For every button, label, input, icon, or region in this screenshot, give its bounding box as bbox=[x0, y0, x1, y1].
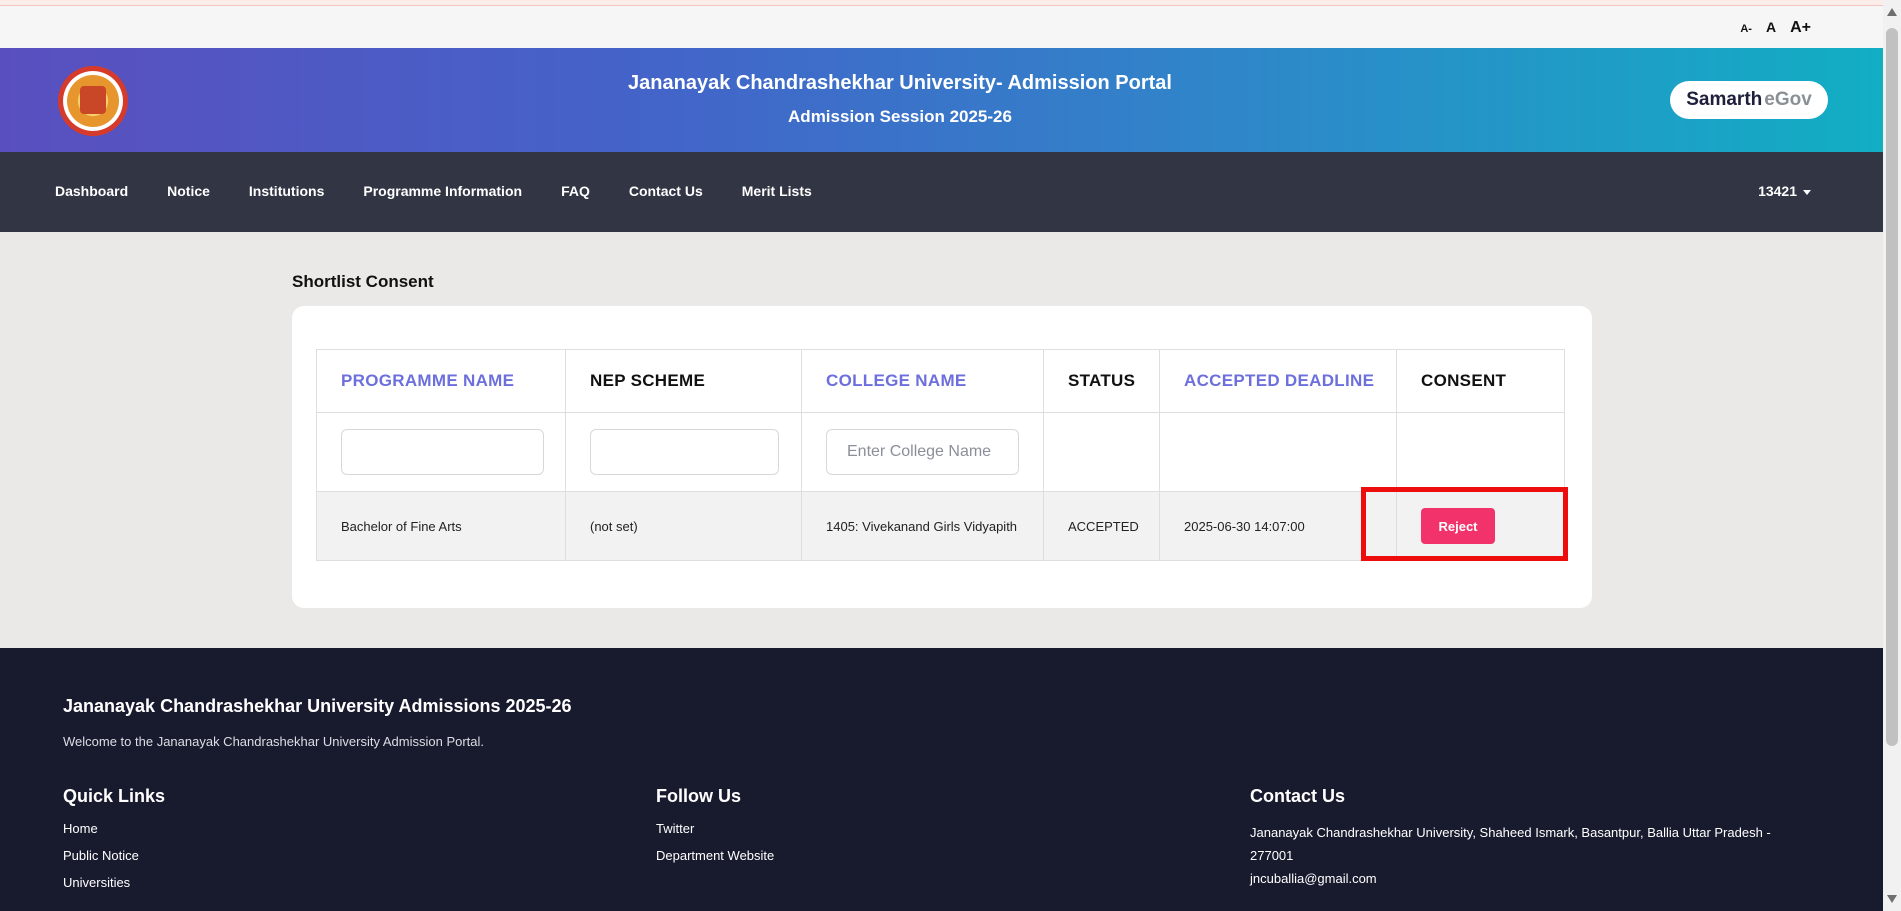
footer-welcome: Welcome to the Jananayak Chandrashekhar … bbox=[63, 734, 485, 749]
cell-consent: Reject bbox=[1396, 491, 1565, 561]
font-increase-button[interactable]: A+ bbox=[1790, 19, 1811, 37]
filter-cell-status bbox=[1043, 412, 1160, 492]
cell-status: ACCEPTED bbox=[1043, 491, 1160, 561]
nav-contact-us[interactable]: Contact Us bbox=[629, 183, 703, 199]
nav-programme-information[interactable]: Programme Information bbox=[363, 183, 522, 199]
col-accepted-deadline[interactable]: ACCEPTED DEADLINE bbox=[1159, 349, 1397, 413]
filter-cell-consent bbox=[1396, 412, 1565, 492]
consent-card: PROGRAMME NAME NEP SCHEME COLLEGE NAME S… bbox=[292, 306, 1592, 608]
nav-menu: Dashboard Notice Institutions Programme … bbox=[55, 183, 812, 199]
site-header: Jananayak Chandrashekhar University- Adm… bbox=[0, 48, 1883, 152]
col-nep-scheme: NEP SCHEME bbox=[565, 349, 802, 413]
main-navbar: Dashboard Notice Institutions Programme … bbox=[0, 152, 1883, 232]
footer-link-universities[interactable]: Universities bbox=[63, 875, 165, 890]
footer-link-department-website[interactable]: Department Website bbox=[656, 848, 774, 863]
font-decrease-button[interactable]: A- bbox=[1740, 23, 1752, 35]
cell-college: 1405: Vivekanand Girls Vidyapith bbox=[801, 491, 1044, 561]
college-filter-input[interactable] bbox=[826, 429, 1019, 475]
col-consent: CONSENT bbox=[1396, 349, 1565, 413]
nav-dashboard[interactable]: Dashboard bbox=[55, 183, 128, 199]
filter-cell-deadline bbox=[1159, 412, 1397, 492]
nav-faq[interactable]: FAQ bbox=[561, 183, 590, 199]
scroll-down-icon[interactable] bbox=[1887, 895, 1897, 903]
filter-cell-programme bbox=[316, 412, 566, 492]
footer-link-public-notice[interactable]: Public Notice bbox=[63, 848, 165, 863]
table-header-row: PROGRAMME NAME NEP SCHEME COLLEGE NAME S… bbox=[316, 349, 1565, 413]
consent-table: PROGRAMME NAME NEP SCHEME COLLEGE NAME S… bbox=[316, 349, 1565, 561]
quick-links-column: Quick Links Home Public Notice Universit… bbox=[63, 786, 165, 902]
contact-email[interactable]: jncuballia@gmail.com bbox=[1250, 867, 1810, 890]
nep-filter-input[interactable] bbox=[590, 429, 779, 475]
cell-programme: Bachelor of Fine Arts bbox=[316, 491, 566, 561]
scroll-up-icon[interactable] bbox=[1887, 8, 1897, 16]
footer-link-twitter[interactable]: Twitter bbox=[656, 821, 774, 836]
portal-title: Jananayak Chandrashekhar University- Adm… bbox=[628, 72, 1172, 94]
font-normal-button[interactable]: A bbox=[1766, 19, 1776, 35]
nav-institutions[interactable]: Institutions bbox=[249, 183, 324, 199]
table-row: Bachelor of Fine Arts (not set) 1405: Vi… bbox=[316, 491, 1565, 561]
col-status: STATUS bbox=[1043, 349, 1160, 413]
cell-nep: (not set) bbox=[565, 491, 802, 561]
scrollbar-thumb[interactable] bbox=[1886, 28, 1898, 746]
quick-links-title: Quick Links bbox=[63, 786, 166, 806]
caret-down-icon bbox=[1803, 189, 1811, 195]
reject-button[interactable]: Reject bbox=[1421, 508, 1495, 544]
col-college-name[interactable]: COLLEGE NAME bbox=[801, 349, 1044, 413]
contact-us-title: Contact Us bbox=[1250, 786, 1346, 806]
site-footer: Jananayak Chandrashekhar University Admi… bbox=[0, 648, 1883, 911]
font-size-bar: A- A A+ bbox=[0, 6, 1883, 48]
filter-cell-college bbox=[801, 412, 1044, 492]
page-title: Shortlist Consent bbox=[292, 272, 434, 291]
nav-merit-lists[interactable]: Merit Lists bbox=[742, 183, 812, 199]
follow-us-column: Follow Us Twitter Department Website bbox=[656, 786, 774, 875]
contact-us-column: Contact Us Jananayak Chandrashekhar Univ… bbox=[1250, 786, 1810, 890]
user-id: 13421 bbox=[1758, 183, 1797, 199]
brand-part2: eGov bbox=[1764, 89, 1812, 110]
col-programme-name[interactable]: PROGRAMME NAME bbox=[316, 349, 566, 413]
footer-title: Jananayak Chandrashekhar University Admi… bbox=[63, 696, 572, 716]
contact-address: Jananayak Chandrashekhar University, Sha… bbox=[1250, 825, 1771, 863]
filter-cell-nep bbox=[565, 412, 802, 492]
follow-us-title: Follow Us bbox=[656, 786, 741, 806]
user-dropdown[interactable]: 13421 bbox=[1758, 183, 1811, 199]
cell-deadline: 2025-06-30 14:07:00 bbox=[1159, 491, 1397, 561]
programme-filter-input[interactable] bbox=[341, 429, 544, 475]
session-subtitle: Admission Session 2025-26 bbox=[788, 107, 1012, 126]
samarth-egov-logo[interactable]: Samarth eGov bbox=[1670, 81, 1828, 119]
page-scrollbar[interactable] bbox=[1883, 0, 1901, 911]
footer-link-home[interactable]: Home bbox=[63, 821, 165, 836]
nav-notice[interactable]: Notice bbox=[167, 183, 210, 199]
font-size-controls: A- A A+ bbox=[1740, 19, 1811, 37]
brand-part1: Samarth bbox=[1686, 89, 1763, 110]
filter-row bbox=[316, 412, 1565, 492]
